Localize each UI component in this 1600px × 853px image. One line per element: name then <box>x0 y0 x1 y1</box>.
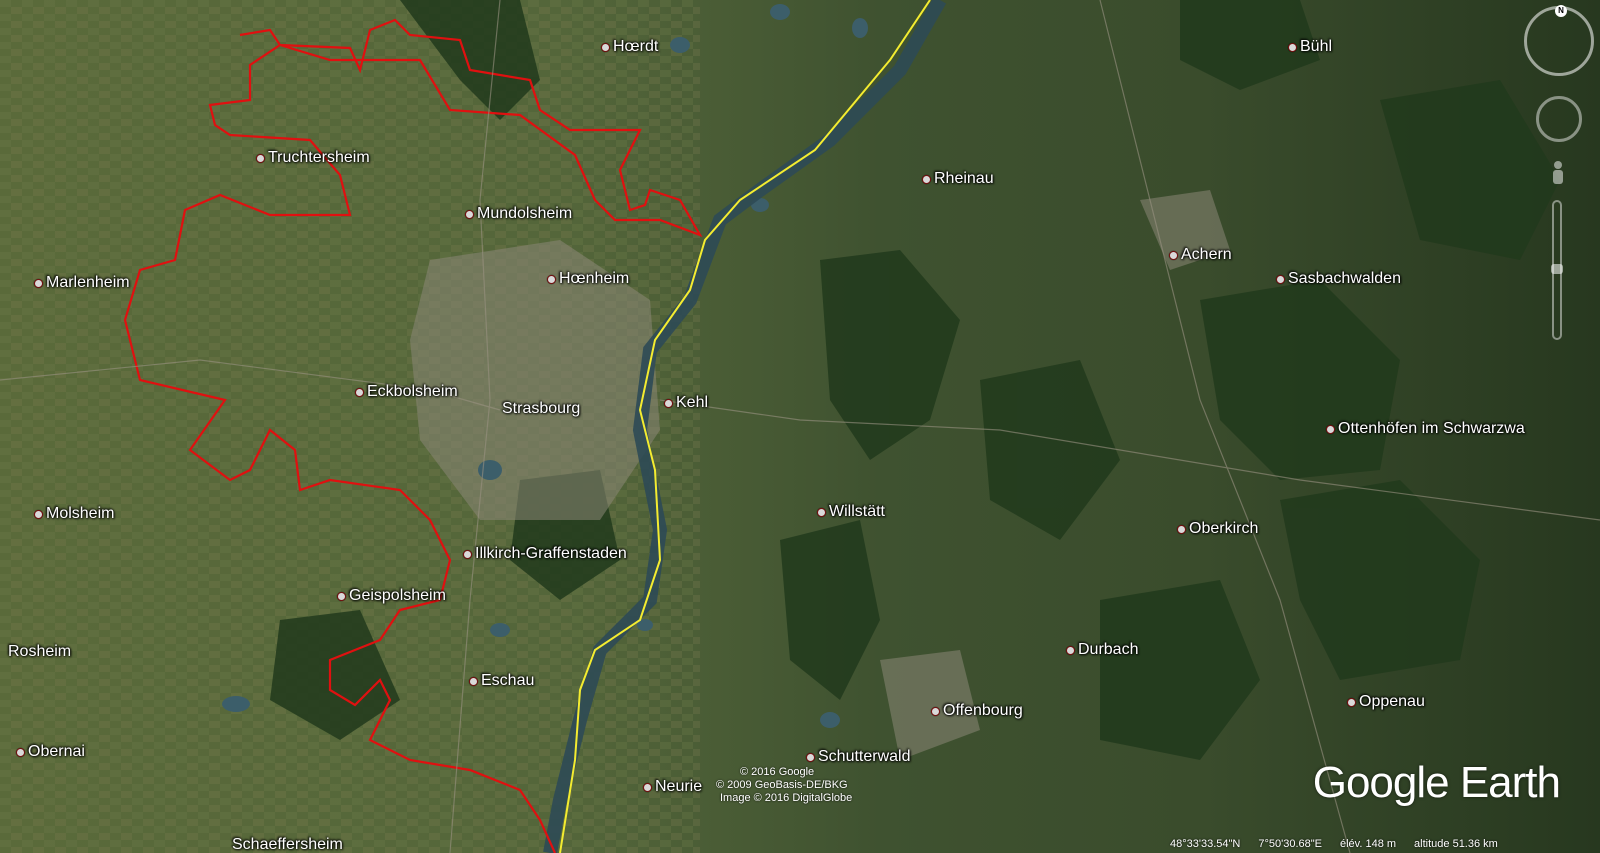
place-label: Eschau <box>481 672 535 689</box>
place-schutterwald[interactable]: Schutterwald <box>806 748 911 766</box>
place-geispolsheim[interactable]: Geispolsheim <box>337 587 446 605</box>
place-achern[interactable]: Achern <box>1169 246 1232 264</box>
place-marker <box>337 591 346 601</box>
place-marker <box>817 507 826 517</box>
place-marker <box>1169 250 1178 260</box>
place-ottenhoefen[interactable]: Ottenhöfen im Schwarzwa <box>1326 420 1525 438</box>
place-kehl[interactable]: Kehl <box>664 394 708 412</box>
place-label: Oppenau <box>1359 693 1425 710</box>
place-label: Neurie <box>655 778 703 795</box>
place-offenbourg[interactable]: Offenbourg <box>931 702 1023 720</box>
place-marker <box>1288 42 1297 52</box>
place-marlenheim[interactable]: Marlenheim <box>34 274 130 292</box>
place-label: Ottenhöfen im Schwarzwa <box>1338 420 1525 437</box>
map-viewport[interactable]: Hœrdt Bühl Truchtersheim Rheinau Mundols… <box>0 0 1600 853</box>
longitude-readout: 7°50'30.68"E <box>1258 837 1322 850</box>
navigation-controls: N <box>1510 0 1600 360</box>
place-marker <box>1326 424 1335 434</box>
elevation-readout: élév. 148 m <box>1339 837 1397 850</box>
place-label: Schutterwald <box>818 748 911 765</box>
place-oppenau[interactable]: Oppenau <box>1347 693 1425 711</box>
place-marker <box>547 274 556 284</box>
look-joystick-icon[interactable] <box>1536 96 1582 142</box>
place-marker <box>922 174 931 184</box>
place-label: Illkirch-Graffenstaden <box>475 545 627 562</box>
place-label: Rosheim <box>8 643 72 660</box>
status-bar: 48°33'33.54"N 7°50'30.68"E élév. 148 m a… <box>1170 834 1600 853</box>
credit-google: © 2016 Google <box>740 766 815 778</box>
place-truchtersheim[interactable]: Truchtersheim <box>256 149 370 167</box>
place-label: Oberkirch <box>1189 520 1259 537</box>
place-eschau[interactable]: Eschau <box>469 672 534 690</box>
place-label: Sasbachwalden <box>1288 270 1401 287</box>
zoom-slider[interactable] <box>1551 200 1563 340</box>
place-label: Rheinau <box>934 170 994 187</box>
north-indicator[interactable]: N <box>1555 5 1567 17</box>
place-label: Molsheim <box>46 505 115 522</box>
place-marker <box>34 509 43 519</box>
google-earth-logo: Google Earth <box>1312 758 1561 807</box>
credit-geobasis: © 2009 GeoBasis-DE/BKG <box>716 779 848 791</box>
place-marker <box>256 153 265 163</box>
place-hoerdt[interactable]: Hœrdt <box>601 38 658 56</box>
place-buehl[interactable]: Bühl <box>1288 38 1332 56</box>
place-label: Offenbourg <box>943 702 1023 719</box>
compass-icon[interactable]: N <box>1524 5 1594 76</box>
place-marker <box>1347 697 1356 707</box>
place-label: Obernai <box>28 743 85 760</box>
place-strasbourg[interactable]: Strasbourg <box>490 400 580 418</box>
place-marker <box>931 706 940 716</box>
place-marker <box>469 676 478 686</box>
place-marker <box>601 42 610 52</box>
place-obernai[interactable]: Obernai <box>16 743 85 761</box>
place-label: Mundolsheim <box>477 205 573 222</box>
place-marker <box>1066 645 1075 655</box>
place-marker <box>34 278 43 288</box>
place-marker <box>643 782 652 792</box>
place-label: Marlenheim <box>46 274 130 291</box>
place-label: Achern <box>1181 246 1232 263</box>
place-label: Hœrdt <box>613 38 659 55</box>
place-illkirch[interactable]: Illkirch-Graffenstaden <box>463 545 627 563</box>
place-label: Schaeffersheim <box>232 836 343 853</box>
place-label: Truchtersheim <box>268 149 370 166</box>
altitude-readout: altitude 51.36 km <box>1414 837 1498 850</box>
place-label: Strasbourg <box>502 400 581 417</box>
place-hoenheim[interactable]: Hœnheim <box>547 270 629 288</box>
place-rosheim[interactable]: Rosheim <box>0 643 71 661</box>
place-label: Willstätt <box>829 503 885 520</box>
place-label: Eckbolsheim <box>367 383 458 400</box>
place-marker <box>355 387 364 397</box>
place-marker <box>16 747 25 757</box>
place-oberkirch[interactable]: Oberkirch <box>1177 520 1258 538</box>
place-neuried[interactable]: Neurie <box>643 778 702 796</box>
place-mundolsheim[interactable]: Mundolsheim <box>465 205 572 223</box>
place-eckbolsheim[interactable]: Eckbolsheim <box>355 383 458 401</box>
place-marker <box>465 209 474 219</box>
place-marker <box>806 752 815 762</box>
place-sasbachwalden[interactable]: Sasbachwalden <box>1276 270 1401 288</box>
place-label: Hœnheim <box>559 270 630 287</box>
credit-digitalglobe: Image © 2016 DigitalGlobe <box>720 792 853 804</box>
street-view-person-icon[interactable] <box>1548 160 1568 190</box>
latitude-readout: 48°33'33.54"N <box>1170 837 1241 850</box>
place-marker <box>664 398 673 408</box>
place-marker <box>1276 274 1285 284</box>
place-willstaett[interactable]: Willstätt <box>817 503 885 521</box>
place-marker <box>1177 524 1186 534</box>
imagery-credits: © 2016 Google © 2009 GeoBasis-DE/BKG Ima… <box>716 766 852 805</box>
place-label: Bühl <box>1300 38 1333 55</box>
place-label: Kehl <box>676 394 709 411</box>
place-marker <box>463 549 472 559</box>
place-label: Geispolsheim <box>349 587 446 604</box>
zoom-slider-knob[interactable] <box>1551 264 1563 274</box>
place-durbach[interactable]: Durbach <box>1066 641 1138 659</box>
place-schaeffersheim[interactable]: Schaeffersheim <box>220 836 343 853</box>
place-rheinau[interactable]: Rheinau <box>922 170 994 188</box>
place-label: Durbach <box>1078 641 1139 658</box>
place-molsheim[interactable]: Molsheim <box>34 505 114 523</box>
